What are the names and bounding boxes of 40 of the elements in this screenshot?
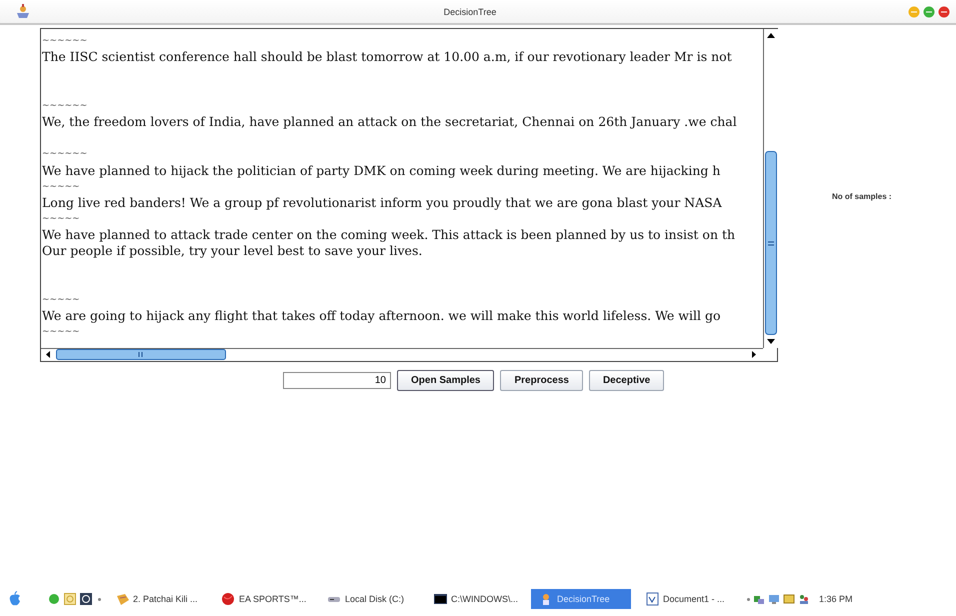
action-button[interactable]: Deceptive <box>588 370 664 391</box>
people-icon <box>798 593 810 605</box>
apple-logo-icon <box>8 591 22 607</box>
sample-text: We have planned to hijack the politician of party DMK on coming week during meeting. We are hijacking h <box>42 162 720 179</box>
taskbar-button[interactable]: 2. Patchai Kili ... <box>107 589 207 609</box>
clock: 1:36 PM <box>819 594 853 604</box>
screen-icon <box>783 593 795 605</box>
sample-text: We, the freedom lovers of India, have planned an attack on the secretariat, Chennai on 26th January .we chal <box>42 114 737 130</box>
sample-text: We are going to hijack any flight that takes off today afternoon. we will make this world lifeless. We will go <box>42 308 720 324</box>
horizontal-scrollbar-thumb[interactable] <box>56 349 226 360</box>
separator-text: ~~~~~ <box>42 213 80 226</box>
close-icon <box>938 6 950 18</box>
sample-text: We have planned to attack trade center on the coming week. This attack is been planned by us to insist on th <box>42 227 736 244</box>
console-icon <box>433 592 447 606</box>
separator-text: ~~~~~~ <box>42 148 88 162</box>
maximize-icon <box>923 6 935 18</box>
sample-text: Long live red banders! We a group pf revolutionarist inform you proudly that we are gona blast your NASA <box>42 194 722 212</box>
network-icon <box>753 593 765 605</box>
separator-text: ~~~~~ <box>42 294 80 307</box>
taskbar-button[interactable]: Local Disk (C:) <box>319 589 419 609</box>
separator-text: ~~~~~ <box>42 180 80 194</box>
sample-text: The IISC scientist conference hall should be blast tomorrow at 10.00 a.m, if our revotionary leader Mr is not <box>42 49 732 66</box>
action-button[interactable]: Preprocess <box>500 370 583 391</box>
ball-icon <box>221 592 235 606</box>
samples-input[interactable]: 10 <box>283 372 391 389</box>
taskbar-button[interactable]: EA SPORTS™... <box>213 589 313 609</box>
minimize-icon <box>908 6 920 18</box>
separator-text: ~~~~~~ <box>42 35 88 48</box>
window-title: DecisionTree <box>442 6 498 16</box>
sample-text: Our people if possible, try your level best to save your lives. <box>42 243 422 260</box>
scrollbar-thumb[interactable] <box>765 151 777 335</box>
monitor-icon <box>768 593 780 605</box>
action-button[interactable]: Open Samples <box>397 370 494 391</box>
app-icon <box>14 4 32 20</box>
taskbar-button[interactable]: Document1 - ... <box>637 589 737 609</box>
document-icon <box>645 592 659 606</box>
separator-text: ~~~~~ <box>42 326 80 340</box>
separator-text: ~~~~~~ <box>42 100 88 113</box>
samples-count-label: No of samples : <box>831 191 892 203</box>
taskbar-button[interactable]: C:\WINDOWS\... <box>425 589 525 609</box>
